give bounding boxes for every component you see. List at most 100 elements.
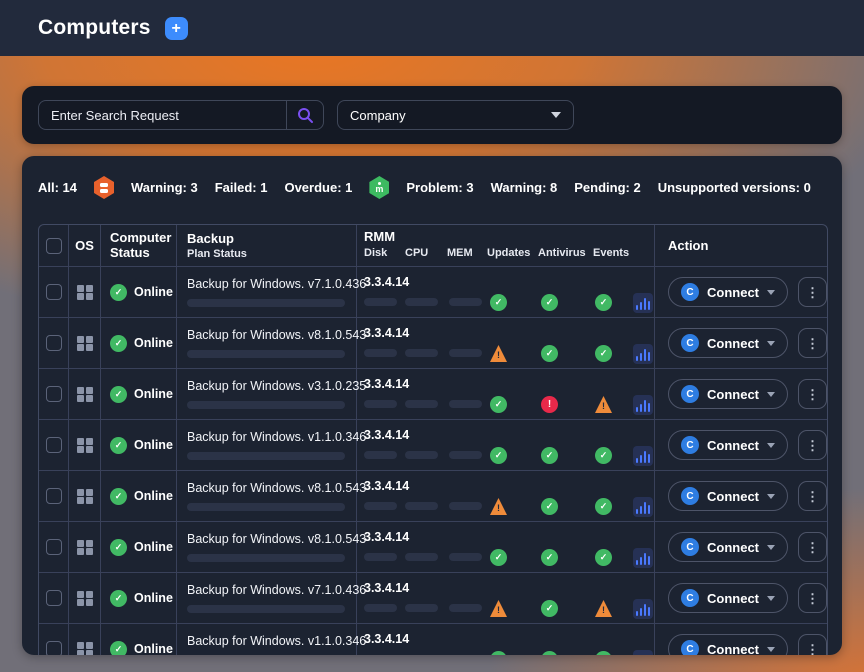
antivirus-status-icon: ! bbox=[541, 396, 558, 413]
connect-button[interactable]: C Connect bbox=[668, 430, 788, 460]
chevron-down-icon bbox=[767, 443, 775, 448]
backup-plan-name: Backup for Windows. v3.1.0.235 bbox=[187, 379, 366, 393]
select-all-checkbox[interactable] bbox=[46, 238, 62, 254]
cpu-usage-bar bbox=[405, 502, 438, 510]
online-status-icon: ✓ bbox=[110, 386, 127, 403]
online-status-icon: ✓ bbox=[110, 641, 127, 656]
row-menu-button[interactable]: ⋮ bbox=[798, 277, 827, 307]
row-checkbox[interactable] bbox=[46, 488, 62, 504]
row-menu-button[interactable]: ⋮ bbox=[798, 379, 827, 409]
windows-os-icon bbox=[77, 642, 92, 656]
events-chart-icon[interactable] bbox=[633, 650, 653, 655]
events-chart-icon[interactable] bbox=[633, 497, 653, 517]
online-status-icon: ✓ bbox=[110, 590, 127, 607]
chevron-down-icon bbox=[767, 545, 775, 550]
cpu-usage-bar bbox=[405, 604, 438, 612]
row-menu-button[interactable]: ⋮ bbox=[798, 532, 827, 562]
connect-button[interactable]: C Connect bbox=[668, 532, 788, 562]
add-computer-button[interactable]: + bbox=[165, 17, 188, 40]
summary-rmm-warning: Warning: 8 bbox=[491, 180, 558, 195]
connect-logo-icon: C bbox=[681, 334, 699, 352]
events-chart-icon[interactable] bbox=[633, 599, 653, 619]
summary-backup-warning: Warning: 3 bbox=[131, 180, 198, 195]
antivirus-status-icon: ✓ bbox=[541, 498, 558, 515]
backup-plan-name: Backup for Windows. v8.1.0.543 bbox=[187, 532, 366, 546]
connect-button[interactable]: C Connect bbox=[668, 277, 788, 307]
connect-button[interactable]: C Connect bbox=[668, 583, 788, 613]
table-row: ✓ Online Backup for Windows. v8.1.0.543 … bbox=[39, 521, 827, 572]
row-checkbox[interactable] bbox=[46, 437, 62, 453]
header-cell-computer-status: Computer Status bbox=[101, 225, 177, 266]
connect-label: Connect bbox=[707, 438, 759, 453]
events-status-icon: ✓ bbox=[595, 549, 612, 566]
events-chart-icon[interactable] bbox=[633, 395, 653, 415]
backup-plan-name: Backup for Windows. v1.1.0.346 bbox=[187, 634, 366, 648]
events-status-icon: ✓ bbox=[595, 345, 612, 362]
row-checkbox[interactable] bbox=[46, 284, 62, 300]
backup-plan-name: Backup for Windows. v1.1.0.346 bbox=[187, 430, 366, 444]
status-label: Online bbox=[134, 540, 173, 554]
col-events: Events bbox=[593, 247, 629, 259]
backup-sub-label: Plan Status bbox=[187, 248, 247, 260]
connect-button[interactable]: C Connect bbox=[668, 379, 788, 409]
windows-os-icon bbox=[77, 591, 92, 606]
row-menu-button[interactable]: ⋮ bbox=[798, 328, 827, 358]
table-row: ✓ Online Backup for Windows. v8.1.0.543 … bbox=[39, 317, 827, 368]
search-button[interactable] bbox=[286, 100, 324, 130]
row-menu-button[interactable]: ⋮ bbox=[798, 430, 827, 460]
antivirus-status-icon: ✓ bbox=[541, 447, 558, 464]
header-cell-backup: Backup Plan Status bbox=[177, 225, 357, 266]
mem-usage-bar bbox=[449, 553, 482, 561]
row-checkbox[interactable] bbox=[46, 539, 62, 555]
table-row: ✓ Online Backup for Windows. v7.1.0.436 … bbox=[39, 266, 827, 317]
summary-rmm-problem: Problem: 3 bbox=[406, 180, 473, 195]
row-checkbox[interactable] bbox=[46, 590, 62, 606]
events-chart-icon[interactable] bbox=[633, 293, 653, 313]
connect-button[interactable]: C Connect bbox=[668, 328, 788, 358]
online-status-icon: ✓ bbox=[110, 539, 127, 556]
row-checkbox[interactable] bbox=[46, 386, 62, 402]
summary-bar: All: 14 Warning: 3 Failed: 1 Overdue: 1 … bbox=[22, 156, 842, 213]
rmm-version: 3.3.4.14 bbox=[364, 632, 409, 646]
rmm-version: 3.3.4.14 bbox=[364, 275, 409, 289]
rmm-version: 3.3.4.14 bbox=[364, 530, 409, 544]
table-row: ✓ Online Backup for Windows. v3.1.0.235 … bbox=[39, 368, 827, 419]
connect-logo-icon: C bbox=[681, 487, 699, 505]
windows-os-icon bbox=[77, 540, 92, 555]
updates-status-icon: ✓ bbox=[490, 549, 507, 566]
row-menu-button[interactable]: ⋮ bbox=[798, 481, 827, 511]
row-menu-button[interactable]: ⋮ bbox=[798, 634, 827, 655]
events-chart-icon[interactable] bbox=[633, 344, 653, 364]
updates-status-icon: ✓ bbox=[490, 447, 507, 464]
backup-hexagon-icon bbox=[94, 176, 114, 199]
header-cell-action: Action bbox=[655, 225, 827, 266]
chevron-down-icon bbox=[767, 392, 775, 397]
events-chart-icon[interactable] bbox=[633, 446, 653, 466]
rmm-hexagon-icon: m bbox=[369, 176, 389, 199]
company-filter-dropdown[interactable]: Company bbox=[337, 100, 574, 130]
antivirus-status-icon: ✓ bbox=[541, 600, 558, 617]
events-status-icon: ! bbox=[595, 600, 612, 617]
search-input[interactable] bbox=[38, 100, 286, 130]
cpu-usage-bar bbox=[405, 451, 438, 459]
events-chart-icon[interactable] bbox=[633, 548, 653, 568]
backup-plan-name: Backup for Windows. v7.1.0.436 bbox=[187, 277, 366, 291]
windows-os-icon bbox=[77, 438, 92, 453]
disk-usage-bar bbox=[364, 400, 397, 408]
row-menu-button[interactable]: ⋮ bbox=[798, 583, 827, 613]
mem-usage-bar bbox=[449, 604, 482, 612]
cpu-usage-bar bbox=[405, 400, 438, 408]
windows-os-icon bbox=[77, 336, 92, 351]
events-status-icon: ✓ bbox=[595, 498, 612, 515]
events-status-icon: ✓ bbox=[595, 651, 612, 655]
disk-usage-bar bbox=[364, 553, 397, 561]
summary-backup-failed: Failed: 1 bbox=[215, 180, 268, 195]
row-checkbox[interactable] bbox=[46, 335, 62, 351]
connect-button[interactable]: C Connect bbox=[668, 634, 788, 655]
status-label: Online bbox=[134, 387, 173, 401]
row-checkbox[interactable] bbox=[46, 641, 62, 655]
mem-usage-bar bbox=[449, 298, 482, 306]
updates-status-icon: ! bbox=[490, 498, 507, 515]
connect-button[interactable]: C Connect bbox=[668, 481, 788, 511]
header-cell-rmm: RMM Disk CPU MEM Updates Antivirus Event… bbox=[357, 225, 655, 266]
